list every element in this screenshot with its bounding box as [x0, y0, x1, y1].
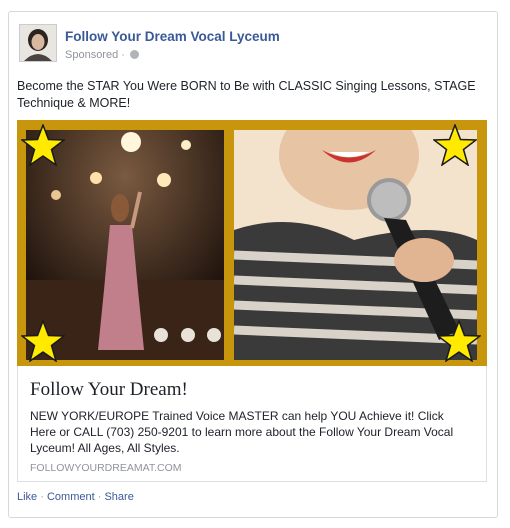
star-icon	[433, 124, 477, 166]
link-preview[interactable]: Follow Your Dream! NEW YORK/EUROPE Train…	[17, 366, 487, 482]
share-link[interactable]: Share	[104, 491, 133, 503]
star-icon	[21, 320, 65, 362]
like-link[interactable]: Like	[17, 491, 37, 503]
avatar-portrait	[20, 25, 56, 61]
link-domain: FOLLOWYOURDREAMAT.COM	[30, 462, 182, 474]
star-icon	[21, 124, 65, 166]
page-name-link[interactable]: Follow Your Dream Vocal Lyceum	[65, 29, 280, 44]
post-message: Become the STAR You Were BORN to Be with…	[17, 79, 476, 110]
ad-image[interactable]	[17, 120, 487, 366]
globe-icon	[130, 50, 140, 59]
sponsored-label: Sponsored ·	[65, 49, 140, 61]
action-separator: ·	[97, 491, 102, 503]
comment-link[interactable]: Comment	[47, 491, 95, 503]
sponsored-post-card: Follow Your Dream Vocal Lyceum Sponsored…	[8, 11, 498, 518]
sponsored-text[interactable]: Sponsored	[65, 49, 118, 61]
post-actions: Like · Comment · Share	[17, 491, 134, 503]
page-avatar[interactable]	[19, 24, 57, 62]
star-icon	[437, 320, 481, 362]
link-description: NEW YORK/EUROPE Trained Voice MASTER can…	[30, 409, 454, 455]
sponsored-separator: ·	[121, 49, 125, 61]
link-title[interactable]: Follow Your Dream!	[30, 379, 188, 401]
action-separator: ·	[40, 491, 44, 503]
